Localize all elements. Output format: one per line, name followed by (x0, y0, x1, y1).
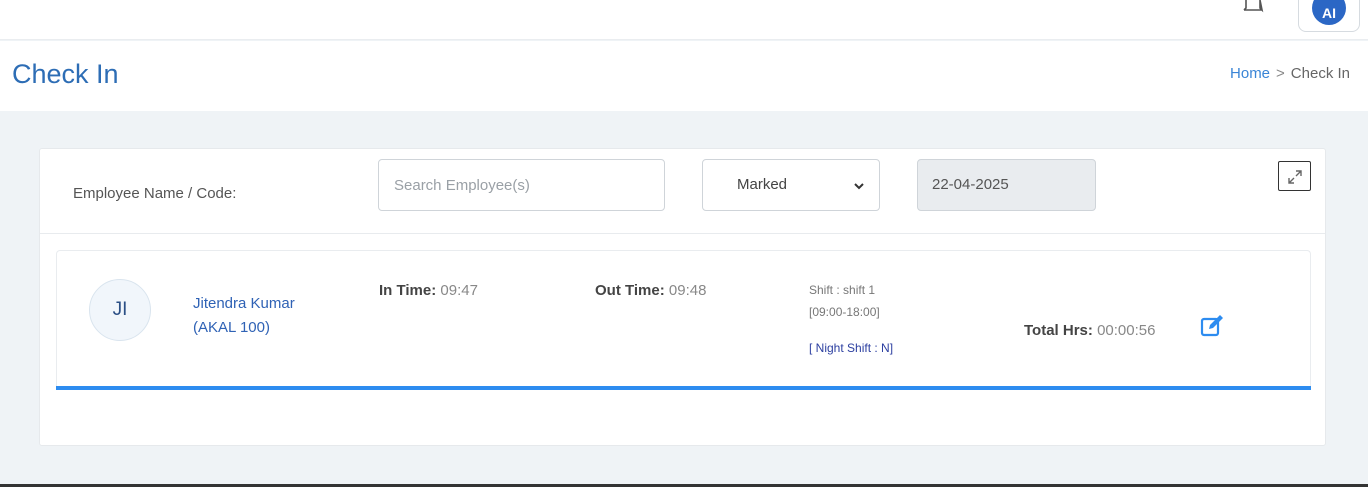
shift-info: Shift : shift 1 [09:00-18:00] (809, 279, 880, 323)
edit-icon[interactable] (1200, 314, 1226, 338)
bell-icon[interactable] (1240, 0, 1266, 20)
page-title: Check In (12, 59, 119, 89)
out-time-value: 09:48 (668, 282, 707, 299)
total-hours: Total Hrs: 00:00:56 (1024, 322, 1155, 339)
employee-avatar: JI (89, 279, 151, 341)
in-time-label: In Time: (379, 282, 437, 299)
breadcrumb: Home > Check In (1230, 65, 1350, 82)
date-field-value: 22-04-2025 (932, 176, 1009, 193)
expand-icon (1288, 170, 1302, 184)
breadcrumb-current: Check In (1290, 65, 1350, 82)
breadcrumb-separator: > (1276, 65, 1285, 82)
employee-filter-label: Employee Name / Code: (73, 185, 237, 202)
night-shift-flag: [ Night Shift : N] (809, 341, 894, 355)
breadcrumb-home-link[interactable]: Home (1230, 65, 1270, 82)
in-time: In Time: 09:47 (379, 282, 478, 299)
total-hours-value: 00:00:56 (1097, 322, 1156, 339)
avatar: AI (1312, 0, 1346, 25)
out-time: Out Time: 09:48 (595, 282, 706, 299)
status-select-value: Marked (737, 176, 788, 193)
expand-button[interactable] (1278, 161, 1311, 191)
employee-code: (AKAL 100) (193, 319, 270, 336)
check-in-card: Employee Name / Code: Marked 22-04-2025 … (39, 148, 1326, 446)
page-header: Check In Home > Check In (0, 41, 1368, 111)
employee-search-input[interactable] (378, 159, 665, 211)
employee-name: Jitendra Kumar (193, 295, 295, 312)
progress-bar (56, 386, 1311, 390)
date-field: 22-04-2025 (917, 159, 1096, 211)
filter-row: Employee Name / Code: Marked 22-04-2025 (40, 149, 1325, 234)
out-time-label: Out Time: (595, 282, 665, 299)
in-time-value: 09:47 (440, 282, 478, 299)
employee-name-link[interactable]: Jitendra Kumar (AKAL 100) (193, 292, 295, 340)
shift-hours: [09:00-18:00] (809, 305, 880, 319)
shift-name: Shift : shift 1 (809, 283, 876, 297)
total-hours-label: Total Hrs: (1024, 322, 1093, 339)
chevron-down-icon (854, 183, 864, 190)
user-menu-button[interactable]: AI (1298, 0, 1360, 32)
employee-checkin-row: JI Jitendra Kumar (AKAL 100) In Time: 09… (56, 250, 1311, 390)
status-select[interactable]: Marked (702, 159, 880, 211)
top-bar: AI (0, 0, 1368, 40)
